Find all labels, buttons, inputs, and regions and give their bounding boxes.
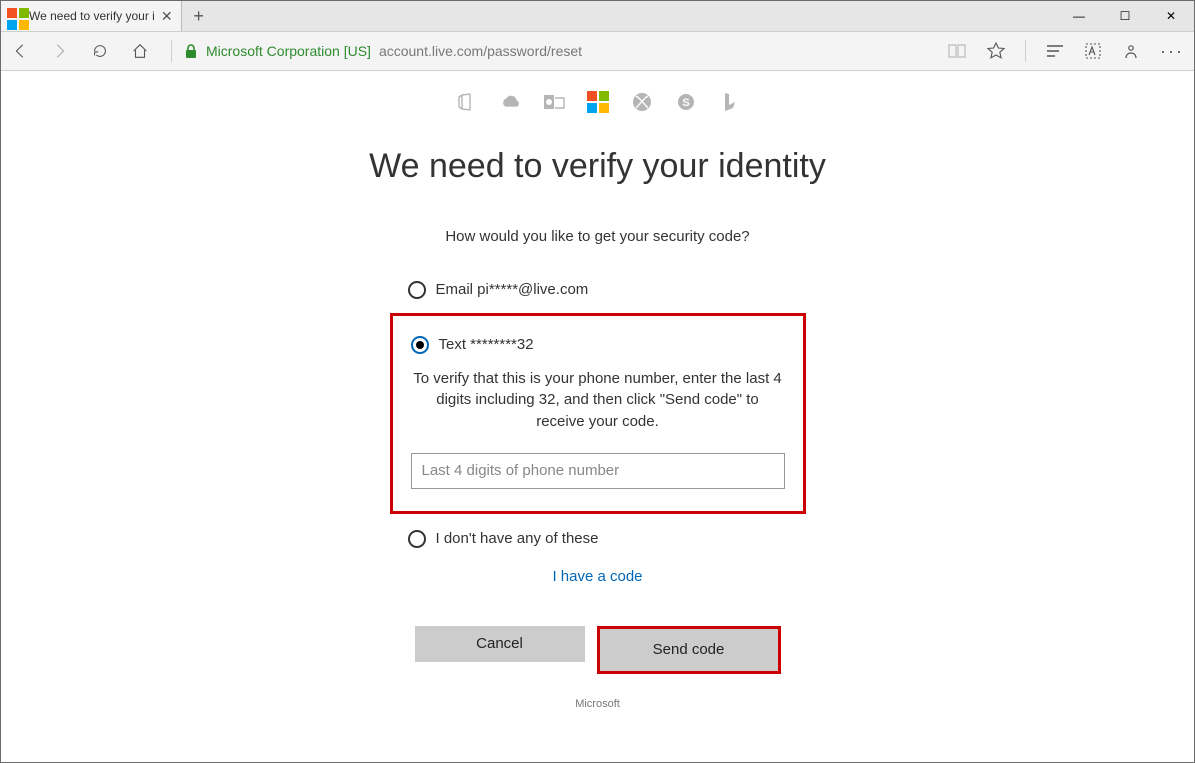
radio-icon	[408, 281, 426, 299]
option-email-label: Email pi*****@live.com	[436, 281, 589, 298]
reading-view-icon[interactable]	[947, 43, 967, 59]
have-code-link[interactable]: I have a code	[552, 568, 642, 585]
page-heading: We need to verify your identity	[328, 145, 868, 188]
maximize-button[interactable]: ☐	[1102, 1, 1148, 31]
titlebar: We need to verify your i ✕ + — ☐ ✕	[1, 1, 1194, 31]
lock-icon	[184, 43, 198, 59]
office-icon	[455, 91, 477, 113]
minimize-button[interactable]: —	[1056, 1, 1102, 31]
xbox-icon	[631, 91, 653, 113]
window-controls: — ☐ ✕	[1056, 1, 1194, 31]
outlook-icon	[543, 91, 565, 113]
tab-close-icon[interactable]: ✕	[161, 8, 173, 25]
refresh-icon[interactable]	[91, 42, 109, 60]
bing-icon	[719, 91, 741, 113]
radio-selected-icon	[411, 336, 429, 354]
hub-icon[interactable]	[1046, 44, 1064, 58]
cancel-button[interactable]: Cancel	[415, 626, 585, 662]
option-text-label: Text ********32	[439, 336, 534, 353]
svg-text:S: S	[682, 97, 689, 109]
option-text-description: To verify that this is your phone number…	[411, 368, 785, 433]
home-icon[interactable]	[131, 42, 149, 60]
options-group: Email pi*****@live.com Text ********32 T…	[408, 275, 788, 710]
option-text[interactable]: Text ********32	[411, 330, 785, 368]
back-icon[interactable]	[11, 42, 29, 60]
security-prompt: How would you like to get your security …	[328, 228, 868, 245]
address-bar[interactable]: Microsoft Corporation [US] account.live.…	[167, 40, 929, 62]
separator	[171, 40, 172, 62]
footer-microsoft-label: Microsoft	[408, 698, 788, 710]
forward-icon[interactable]	[51, 42, 69, 60]
option-none-label: I don't have any of these	[436, 530, 599, 547]
favorite-star-icon[interactable]	[987, 42, 1005, 60]
page-content: S We need to verify your identity How wo…	[1, 71, 1194, 762]
skype-icon: S	[675, 91, 697, 113]
radio-icon	[408, 530, 426, 548]
highlight-option-text: Text ********32 To verify that this is y…	[390, 313, 806, 514]
option-email[interactable]: Email pi*****@live.com	[408, 275, 788, 305]
browser-tab[interactable]: We need to verify your i ✕	[1, 1, 182, 31]
phone-last4-input[interactable]	[411, 453, 785, 489]
onedrive-icon	[499, 91, 521, 113]
right-toolbar-icons: ···	[947, 40, 1184, 62]
separator	[1025, 40, 1026, 62]
close-window-button[interactable]: ✕	[1148, 1, 1194, 31]
toolbar: Microsoft Corporation [US] account.live.…	[1, 31, 1194, 71]
url-text: account.live.com/password/reset	[379, 43, 582, 59]
tab-title: We need to verify your i	[29, 9, 155, 23]
browser-window: We need to verify your i ✕ + — ☐ ✕	[0, 0, 1195, 763]
send-code-button[interactable]: Send code	[604, 633, 774, 667]
button-row: Cancel Send code	[408, 626, 788, 674]
more-icon[interactable]: ···	[1160, 41, 1184, 62]
nav-icons	[11, 42, 149, 60]
favicon-icon	[7, 8, 23, 24]
security-org-label: Microsoft Corporation [US]	[206, 43, 371, 59]
brand-bar: S	[328, 91, 868, 113]
notes-icon[interactable]	[1084, 42, 1102, 60]
send-code-highlight: Send code	[597, 626, 781, 674]
microsoft-logo-icon	[587, 91, 609, 113]
option-none[interactable]: I don't have any of these	[408, 524, 788, 554]
new-tab-button[interactable]: +	[182, 1, 216, 31]
share-icon[interactable]	[1122, 42, 1140, 60]
